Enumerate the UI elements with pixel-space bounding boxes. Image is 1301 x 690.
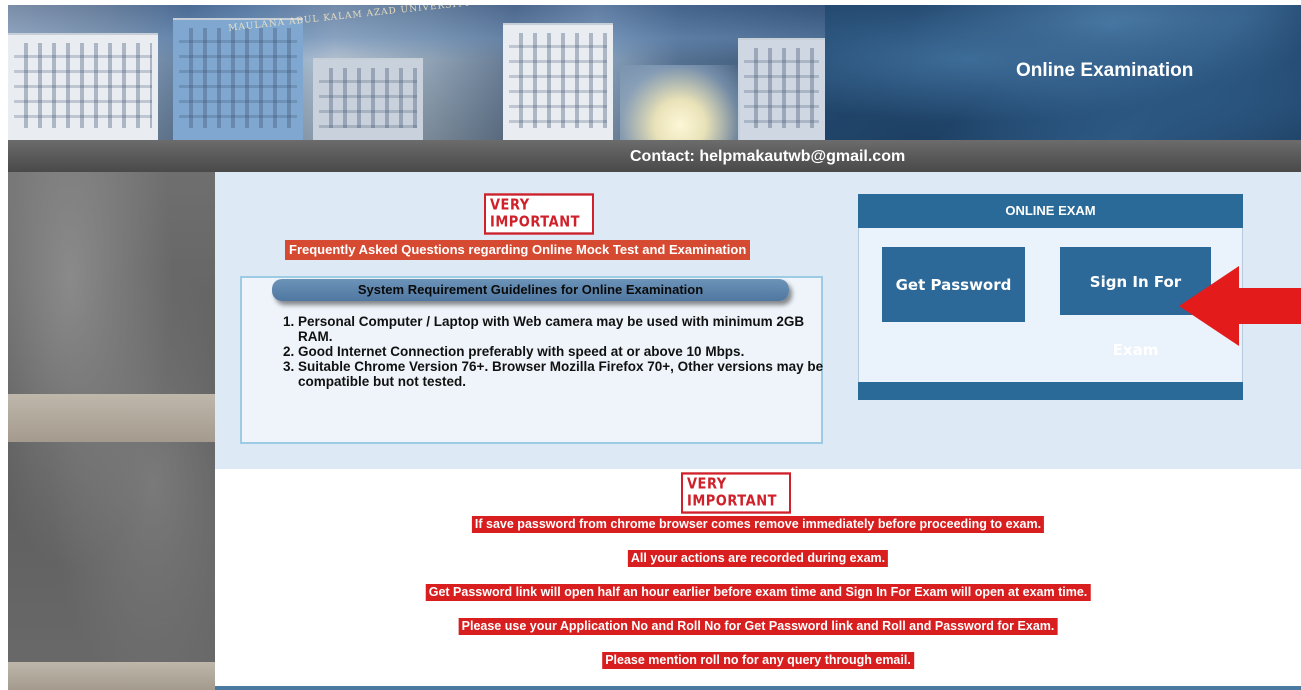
building-middle	[313, 58, 423, 140]
campus-photo: MAULANA ABUL KALAM AZAD UNIVERSITY OF TE…	[8, 5, 825, 140]
floor-band	[8, 394, 215, 442]
contact-text: Contact: helpmakautwb@gmail.com	[630, 148, 906, 165]
notice-item: All your actions are recorded during exa…	[627, 550, 889, 567]
very-important-stamp: VERY IMPORTANT	[484, 193, 594, 235]
left-decoration	[8, 172, 215, 690]
online-exam-heading-text: ONLINE EXAM	[1005, 203, 1096, 218]
building-right	[503, 23, 613, 140]
online-exam-heading: ONLINE EXAM	[858, 194, 1243, 228]
building-far-right	[738, 38, 825, 140]
very-important-badge: VERY IMPORTANT	[681, 472, 791, 514]
guideline-item: Good Internet Connection preferably with…	[298, 344, 828, 359]
fountain	[620, 65, 740, 140]
red-arrow-icon	[1179, 266, 1301, 346]
building-left	[8, 33, 158, 140]
guideline-item: Suitable Chrome Version 76+. Browser Moz…	[298, 359, 828, 389]
guidelines-list: Personal Computer / Laptop with Web came…	[274, 314, 828, 389]
notice-item: If save password from chrome browser com…	[471, 516, 1045, 533]
notice-item: Get Password link will open half an hour…	[425, 584, 1091, 601]
get-password-button[interactable]: Get Password	[882, 247, 1025, 322]
very-important-stamp: VERY IMPORTANT	[681, 472, 791, 514]
faq-link[interactable]: Frequently Asked Questions regarding Onl…	[285, 240, 751, 260]
online-exam-footer	[858, 382, 1243, 400]
contact-bar: Contact: helpmakautwb@gmail.com	[8, 140, 1301, 172]
very-important-badge: VERY IMPORTANT	[484, 193, 594, 235]
page-title: Online Examination	[1016, 60, 1194, 81]
guideline-item: Personal Computer / Laptop with Web came…	[298, 314, 828, 344]
notice-item: Please use your Application No and Roll …	[458, 618, 1058, 635]
bottom-strip	[215, 686, 1301, 690]
floor-band	[8, 662, 215, 690]
notice-item: Please mention roll no for any query thr…	[602, 652, 914, 669]
guidelines-heading: System Requirement Guidelines for Online…	[272, 279, 789, 301]
